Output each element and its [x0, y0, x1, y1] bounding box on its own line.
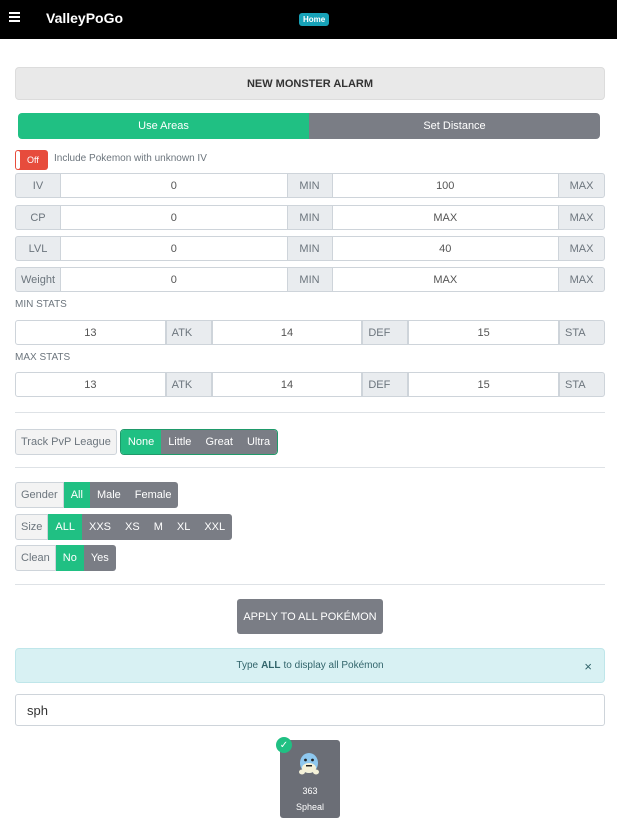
iv-max-tag: MAX	[558, 173, 605, 198]
lvl-max-input[interactable]	[332, 236, 558, 261]
min-def-tag: DEF	[362, 320, 409, 345]
pokemon-sprite-icon	[299, 753, 319, 775]
max-atk-tag: ATK	[165, 372, 212, 397]
mode-toggle-group: Use Areas Set Distance	[18, 113, 600, 139]
pokemon-search-input[interactable]	[15, 694, 605, 726]
pokemon-card[interactable]: ✓ 363 Spheal	[276, 737, 340, 818]
pvp-button-group: None Little Great Ultra	[119, 429, 279, 455]
min-def-input[interactable]	[211, 320, 363, 345]
iv-range-row: IV MIN MAX	[15, 173, 605, 198]
lvl-min-input[interactable]	[61, 236, 287, 261]
iv-min-input[interactable]	[61, 173, 287, 198]
use-areas-button[interactable]: Use Areas	[18, 113, 309, 139]
info-prefix: Type	[236, 660, 259, 671]
size-xxs-button[interactable]: XXS	[81, 514, 118, 540]
clean-row: Clean No Yes	[15, 545, 116, 571]
divider	[15, 467, 605, 468]
max-def-input[interactable]	[211, 372, 363, 397]
gender-female-button[interactable]: Female	[127, 482, 179, 508]
menu-icon[interactable]	[9, 12, 20, 24]
pvp-row: Track PvP League None Little Great Ultra	[15, 429, 279, 455]
unknown-iv-toggle[interactable]: Off	[15, 150, 48, 170]
size-all-button[interactable]: ALL	[48, 514, 82, 540]
pvp-great-button[interactable]: Great	[198, 430, 240, 454]
lvl-range-row: LVL MIN MAX	[15, 236, 605, 261]
min-stats-row: ATK DEF STA	[15, 320, 606, 345]
divider	[15, 412, 605, 413]
min-atk-tag: ATK	[165, 320, 212, 345]
pvp-label: Track PvP League	[15, 429, 117, 455]
min-sta-tag: STA	[559, 320, 606, 345]
pokemon-number: 363	[302, 786, 318, 796]
weight-min-input[interactable]	[61, 267, 287, 292]
cp-min-input[interactable]	[61, 205, 287, 230]
set-distance-button[interactable]: Set Distance	[309, 113, 600, 139]
clean-yes-button[interactable]: Yes	[83, 545, 116, 571]
size-m-button[interactable]: M	[146, 514, 170, 540]
navbar: ValleyPoGo Home	[0, 0, 617, 39]
cp-min-tag: MIN	[286, 205, 333, 230]
apply-all-button[interactable]: APPLY TO ALL POKÉMON	[237, 599, 383, 634]
clean-label: Clean	[15, 545, 56, 571]
max-def-tag: DEF	[362, 372, 409, 397]
alarm-header: NEW MONSTER ALARM	[15, 67, 605, 100]
pvp-none-button[interactable]: None	[120, 430, 162, 454]
min-sta-input[interactable]	[408, 320, 560, 345]
min-stats-label: MIN STATS	[15, 299, 67, 310]
iv-max-input[interactable]	[332, 173, 558, 198]
weight-label: Weight	[15, 267, 61, 292]
weight-max-tag: MAX	[558, 267, 605, 292]
max-sta-input[interactable]	[408, 372, 560, 397]
pvp-ultra-button[interactable]: Ultra	[239, 430, 278, 454]
iv-label: IV	[15, 173, 61, 198]
close-icon[interactable]: ×	[584, 659, 592, 674]
size-label: Size	[15, 514, 49, 540]
unknown-iv-label: Include Pokemon with unknown IV	[54, 153, 207, 164]
info-alert: Type ALL to display all Pokémon ×	[15, 648, 605, 683]
check-icon: ✓	[276, 737, 292, 753]
size-xs-button[interactable]: XS	[118, 514, 147, 540]
weight-max-input[interactable]	[332, 267, 558, 292]
max-stats-label: MAX STATS	[15, 352, 71, 363]
info-suffix: to display all Pokémon	[283, 660, 384, 671]
size-row: Size ALL XXS XS M XL XXL	[15, 514, 233, 540]
divider	[15, 584, 605, 585]
clean-no-button[interactable]: No	[55, 545, 84, 571]
home-badge[interactable]: Home	[299, 13, 330, 26]
weight-range-row: Weight MIN MAX	[15, 267, 605, 292]
cp-range-row: CP MIN MAX	[15, 205, 605, 230]
lvl-label: LVL	[15, 236, 61, 261]
gender-male-button[interactable]: Male	[89, 482, 128, 508]
lvl-max-tag: MAX	[558, 236, 605, 261]
gender-label: Gender	[15, 482, 64, 508]
info-keyword: ALL	[261, 660, 281, 671]
max-atk-input[interactable]	[15, 372, 166, 397]
weight-min-tag: MIN	[286, 267, 333, 292]
lvl-min-tag: MIN	[286, 236, 333, 261]
size-xxl-button[interactable]: XXL	[197, 514, 233, 540]
pvp-little-button[interactable]: Little	[161, 430, 199, 454]
gender-all-button[interactable]: All	[63, 482, 90, 508]
cp-max-input[interactable]	[332, 205, 558, 230]
cp-label: CP	[15, 205, 61, 230]
brand-title[interactable]: ValleyPoGo	[46, 10, 123, 26]
gender-row: Gender All Male Female	[15, 482, 179, 508]
size-xl-button[interactable]: XL	[169, 514, 198, 540]
min-atk-input[interactable]	[15, 320, 166, 345]
max-stats-row: ATK DEF STA	[15, 372, 606, 397]
iv-min-tag: MIN	[286, 173, 333, 198]
pokemon-name: Spheal	[295, 802, 325, 812]
max-sta-tag: STA	[559, 372, 606, 397]
cp-max-tag: MAX	[558, 205, 605, 230]
